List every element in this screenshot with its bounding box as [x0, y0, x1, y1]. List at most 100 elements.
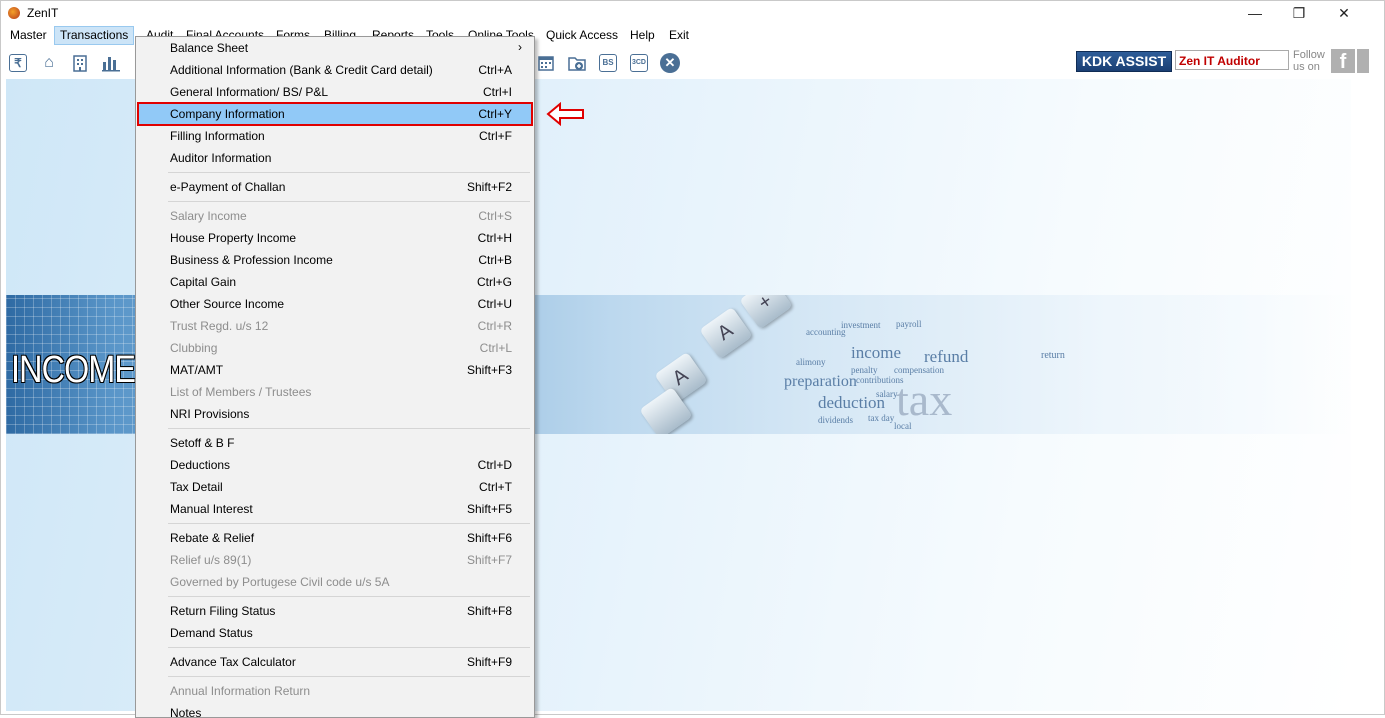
- menu-item-shortcut: Ctrl+R: [477, 319, 512, 333]
- menu-item-salary-income: Salary Income Ctrl+S: [138, 205, 532, 227]
- menu-item-e-payment-of-challan[interactable]: e-Payment of Challan Shift+F2: [138, 176, 532, 198]
- menu-item-label: Auditor Information: [170, 151, 272, 165]
- menu-item-notes[interactable]: Notes: [138, 702, 532, 717]
- banner-word: local: [894, 421, 912, 431]
- menu-item-label: Annual Information Return: [170, 684, 311, 698]
- banner-word: tax day: [868, 413, 895, 423]
- menu-item-shortcut: Ctrl+I: [482, 85, 512, 99]
- banner-word: income: [851, 343, 902, 362]
- follow-line-2: us on: [1293, 61, 1320, 73]
- menu-item-label: Salary Income: [170, 209, 247, 223]
- menu-item-annual-information-return: Annual Information Return: [138, 680, 532, 702]
- app-window: ZenIT — ❐ ✕ Master Transactions Audit Fi…: [0, 0, 1385, 718]
- menu-item-label: Deductions: [170, 458, 231, 472]
- menu-item-label: List of Members / Trustees: [170, 385, 312, 399]
- menu-item-shortcut: Shift+F3: [466, 363, 512, 377]
- menu-item-shortcut: Shift+F6: [466, 531, 512, 545]
- google-plus-icon[interactable]: [1357, 49, 1369, 73]
- menu-separator: [168, 647, 530, 648]
- menu-item-shortcut: Ctrl+D: [477, 458, 512, 472]
- menu-item-label: Other Source Income: [170, 297, 285, 311]
- menu-item-return-filing-status[interactable]: Return Filing Status Shift+F8: [138, 600, 532, 622]
- menu-item-label: Tax Detail: [170, 480, 223, 494]
- bs-icon[interactable]: BS: [597, 52, 619, 74]
- menu-separator: [168, 676, 530, 677]
- menu-item-auditor-information[interactable]: Auditor Information: [138, 147, 532, 169]
- menu-exit[interactable]: Exit: [664, 27, 694, 44]
- menu-item-house-property-income[interactable]: House Property Income Ctrl+H: [138, 227, 532, 249]
- menu-item-shortcut: Ctrl+H: [477, 231, 512, 245]
- menu-item-label: Relief u/s 89(1): [170, 553, 252, 567]
- menu-separator: [168, 523, 530, 524]
- menu-item-shortcut: Shift+F2: [466, 180, 512, 194]
- menu-item-clubbing: Clubbing Ctrl+L: [138, 337, 532, 359]
- menu-item-shortcut: Ctrl+G: [476, 275, 512, 289]
- banner-word: refund: [924, 347, 969, 366]
- menu-item-label: Manual Interest: [170, 502, 253, 516]
- menu-help[interactable]: Help: [625, 27, 660, 44]
- close-icon[interactable]: ✕: [659, 52, 681, 74]
- facebook-icon[interactable]: f: [1331, 49, 1355, 73]
- menu-separator: [168, 201, 530, 202]
- calendar-icon[interactable]: [535, 52, 557, 74]
- menu-item-filling-information[interactable]: Filling Information Ctrl+F: [138, 125, 532, 147]
- menu-item-shortcut: Ctrl+U: [477, 297, 512, 311]
- menu-item-list-of-members: List of Members / Trustees: [138, 381, 532, 403]
- rupee-icon[interactable]: ₹: [7, 52, 29, 74]
- menu-item-label: Additional Information (Bank & Credit Ca…: [170, 63, 433, 77]
- menu-item-nri-provisions[interactable]: NRI Provisions: [138, 403, 532, 425]
- home-icon[interactable]: ⌂: [38, 52, 60, 74]
- menu-item-general-information[interactable]: General Information/ BS/ P&L Ctrl+I: [138, 81, 532, 103]
- close-window-button[interactable]: ✕: [1322, 3, 1366, 23]
- menu-item-mat-amt[interactable]: MAT/AMT Shift+F3: [138, 359, 532, 381]
- menu-item-deductions[interactable]: Deductions Ctrl+D: [138, 454, 532, 476]
- menu-item-advance-tax-calculator[interactable]: Advance Tax Calculator Shift+F9: [138, 651, 532, 673]
- app-logo-icon: [8, 7, 20, 19]
- menu-item-label: House Property Income: [170, 231, 297, 245]
- building-icon[interactable]: [69, 52, 91, 74]
- menu-item-capital-gain[interactable]: Capital Gain Ctrl+G: [138, 271, 532, 293]
- menu-item-manual-interest[interactable]: Manual Interest Shift+F5: [138, 498, 532, 520]
- menu-separator: [168, 172, 530, 173]
- menu-item-company-information[interactable]: Company Information Ctrl+Y: [137, 102, 533, 126]
- menu-item-label: Clubbing: [170, 341, 218, 355]
- menu-item-balance-sheet[interactable]: Balance Sheet ›: [138, 37, 532, 59]
- menu-item-label: MAT/AMT: [170, 363, 224, 377]
- callout-arrow-icon: [546, 102, 584, 126]
- folder-add-icon[interactable]: [566, 52, 588, 74]
- menu-item-rebate-relief[interactable]: Rebate & Relief Shift+F6: [138, 527, 532, 549]
- menu-item-label: Return Filing Status: [170, 604, 276, 618]
- menu-item-shortcut: Shift+F9: [466, 655, 512, 669]
- menu-transactions[interactable]: Transactions: [54, 26, 135, 45]
- follow-us-text: Follow us on: [1293, 49, 1325, 73]
- menu-item-shortcut: Ctrl+S: [478, 209, 512, 223]
- kdk-assist-button[interactable]: KDK ASSIST: [1076, 51, 1172, 72]
- menu-item-label: e-Payment of Challan: [170, 180, 286, 194]
- restore-button[interactable]: ❐: [1277, 3, 1321, 23]
- 3cd-icon[interactable]: 3CD: [628, 52, 650, 74]
- menu-quick-access[interactable]: Quick Access: [541, 27, 623, 44]
- menu-item-label: Business & Profession Income: [170, 253, 333, 267]
- banner-word: deduction: [818, 393, 886, 412]
- menu-item-label: Company Information: [170, 107, 285, 121]
- menu-master[interactable]: Master: [5, 27, 52, 44]
- menu-item-demand-status[interactable]: Demand Status: [138, 622, 532, 644]
- menu-item-shortcut: Shift+F5: [466, 502, 512, 516]
- banner-word: salary: [876, 389, 898, 399]
- menu-item-label: NRI Provisions: [170, 407, 250, 421]
- menu-item-other-source-income[interactable]: Other Source Income Ctrl+U: [138, 293, 532, 315]
- menu-item-additional-information[interactable]: Additional Information (Bank & Credit Ca…: [138, 59, 532, 81]
- bs-icon-label: BS: [599, 54, 617, 72]
- submenu-arrow-icon: ›: [518, 40, 522, 54]
- minimize-button[interactable]: —: [1233, 3, 1277, 23]
- menu-item-shortcut: Ctrl+Y: [478, 107, 512, 121]
- menu-item-tax-detail[interactable]: Tax Detail Ctrl+T: [138, 476, 532, 498]
- menu-item-setoff-bf[interactable]: Setoff & B F: [138, 432, 532, 454]
- banner-word: payroll: [896, 319, 922, 329]
- transactions-dropdown-menu: Balance Sheet › Additional Information (…: [135, 36, 535, 718]
- menu-item-business-profession-income[interactable]: Business & Profession Income Ctrl+B: [138, 249, 532, 271]
- menu-item-label: Capital Gain: [170, 275, 237, 289]
- banner-word: penalty: [851, 365, 878, 375]
- zen-it-auditor-button[interactable]: Zen IT Auditor: [1175, 50, 1289, 70]
- bar-chart-icon[interactable]: [100, 52, 122, 74]
